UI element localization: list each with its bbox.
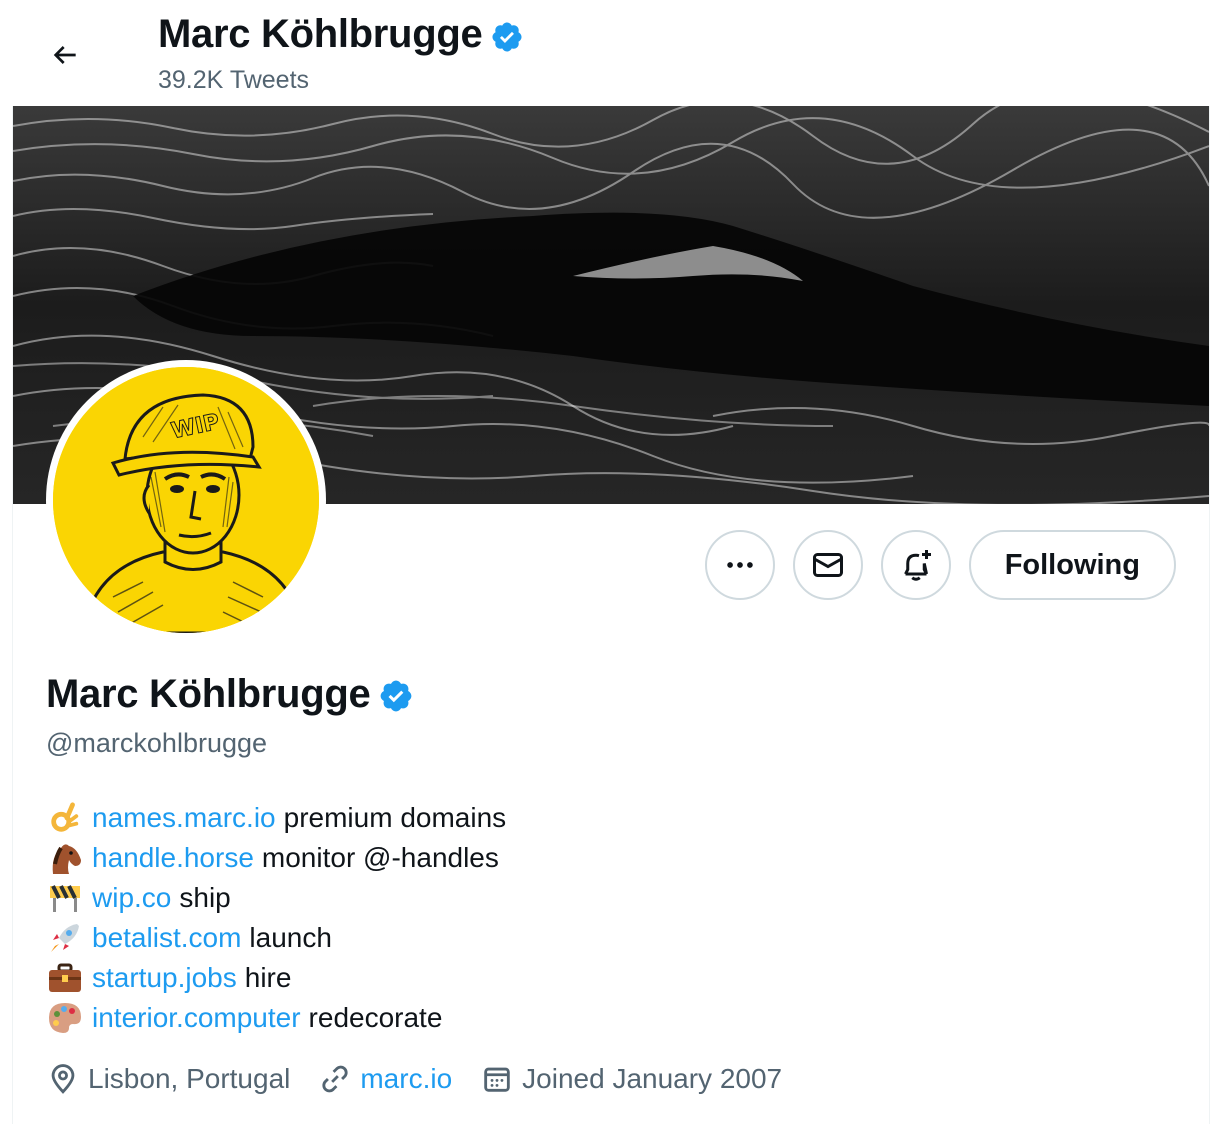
verified-badge-icon (492, 21, 522, 52)
envelope-icon (812, 553, 843, 577)
verified-badge-icon (381, 680, 412, 711)
profile-actions: Following (704, 530, 1176, 600)
bio-link[interactable]: betalist.com (92, 918, 241, 958)
bio-link[interactable]: interior.computer (92, 998, 301, 1038)
bio-link[interactable]: handle.horse (92, 838, 254, 878)
more-button[interactable] (704, 530, 775, 600)
location-text: Lisbon, Portugal (88, 1063, 291, 1094)
header-title: Marc Köhlbrugge (158, 12, 524, 57)
bio-text: launch (249, 922, 332, 953)
profile-header-bar: Marc Köhlbrugge 39.2K Tweets (12, 0, 1210, 106)
meta-location: Lisbon, Portugal (46, 1062, 290, 1096)
profile-avatar[interactable]: WIP (46, 360, 326, 640)
bio-line: betalist.com launch (46, 918, 506, 958)
profile-bio: names.marc.io premium domains handle.hor… (46, 798, 506, 1038)
bio-line: startup.jobs hire (46, 958, 506, 998)
horse-icon (46, 839, 84, 877)
notify-button[interactable] (880, 530, 951, 600)
joined-text: Joined January 2007 (522, 1063, 783, 1094)
website-link[interactable]: marc.io (360, 1063, 452, 1095)
bio-line: handle.horse monitor @-handles (46, 838, 506, 878)
profile-handle: @marckohlbrugge (46, 728, 268, 758)
bio-line: names.marc.io premium domains (46, 798, 506, 838)
bio-text: hire (244, 962, 292, 993)
bio-text: redecorate (308, 1002, 443, 1033)
avatar: WIP (53, 367, 319, 633)
bell-plus-icon (903, 550, 931, 581)
more-icon (726, 562, 753, 568)
bio-text: monitor @-handles (261, 842, 499, 873)
bio-link[interactable]: wip.co (92, 878, 171, 918)
bio-text: ship (179, 882, 231, 913)
construction-icon (46, 879, 84, 917)
back-button[interactable] (42, 32, 88, 78)
ok-hand-icon (46, 799, 84, 837)
palette-icon (46, 999, 84, 1037)
profile-meta: Lisbon, Portugal marc.io Joined January … (46, 1062, 810, 1096)
meta-website: marc.io (318, 1062, 452, 1096)
bio-line: interior.computer redecorate (46, 998, 506, 1038)
message-button[interactable] (792, 530, 863, 600)
profile-name: Marc Köhlbrugge (46, 672, 414, 717)
rocket-icon (46, 919, 84, 957)
briefcase-icon (46, 959, 84, 997)
avatar-illustration: WIP (53, 367, 319, 633)
arrow-left-icon (53, 46, 76, 64)
bio-line: wip.co ship (46, 878, 506, 918)
calendar-icon (484, 1067, 510, 1092)
location-icon (51, 1064, 75, 1094)
meta-joined: Joined January 2007 (480, 1062, 782, 1096)
link-icon (322, 1065, 348, 1093)
bio-link[interactable]: names.marc.io (92, 798, 276, 838)
profile-display-name: Marc Köhlbrugge (46, 672, 371, 716)
bio-link[interactable]: startup.jobs (92, 958, 237, 998)
following-button[interactable]: Following (968, 530, 1176, 600)
header-display-name: Marc Köhlbrugge (158, 12, 483, 56)
tweet-count: 39.2K Tweets (158, 66, 310, 94)
bio-text: premium domains (283, 802, 507, 833)
